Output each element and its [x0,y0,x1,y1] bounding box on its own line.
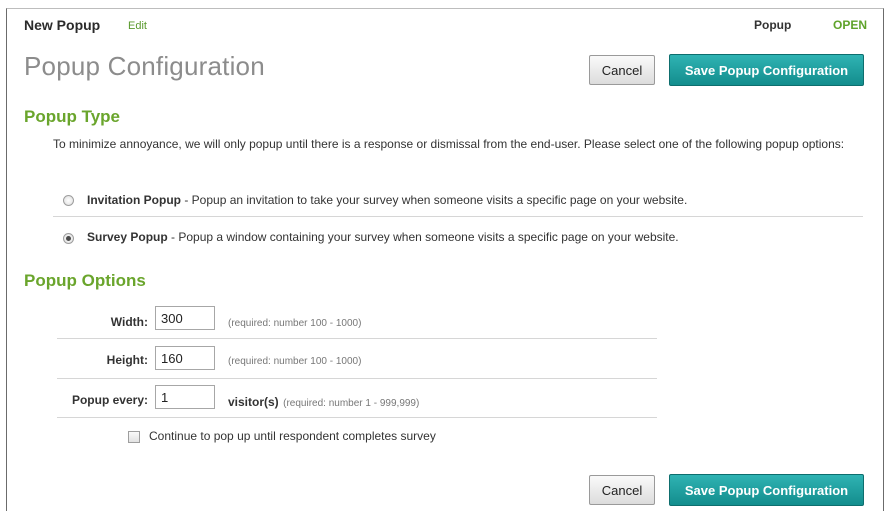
height-input[interactable] [155,346,215,370]
popup-every-input[interactable] [155,385,215,409]
popup-every-label: Popup every: [71,393,148,407]
width-label: Width: [110,315,148,329]
width-hint: (required: number 100 - 1000) [228,318,362,329]
popup-options-heading: Popup Options [24,271,146,290]
save-button-top[interactable]: Save Popup Configuration [669,54,864,86]
popup-every-hint: (required: number 1 - 999,999) [283,398,420,409]
popup-type-heading: Popup Type [24,107,121,126]
save-button-bottom[interactable]: Save Popup Configuration [669,474,864,506]
survey-popup-text: - Popup a window containing your survey … [167,230,679,244]
popup-type-description: To minimize annoyance, we will only popu… [53,137,845,151]
invitation-popup-name: Invitation Popup [87,193,181,207]
cancel-button-bottom[interactable]: Cancel [589,475,655,505]
popup-every-meta: visitor(s) (required: number 1 - 999,999… [228,393,419,411]
divider [53,216,863,217]
status-badge: OPEN [833,18,868,32]
invitation-popup-option[interactable]: Invitation Popup - Popup an invitation t… [87,193,687,207]
height-label: Height: [106,353,148,367]
divider [57,338,657,339]
popup-name: New Popup [24,17,101,33]
survey-popup-name: Survey Popup [87,230,168,244]
width-input[interactable] [155,306,215,330]
survey-popup-radio[interactable] [63,233,74,244]
popup-every-unit: visitor(s) [228,395,279,409]
divider [57,378,657,379]
page-title: Popup Configuration [24,51,265,81]
continue-checkbox-label[interactable]: Continue to pop up until respondent comp… [149,429,436,443]
edit-link[interactable]: Edit [128,20,147,32]
breadcrumb-popup[interactable]: Popup [754,18,791,32]
continue-checkbox[interactable] [128,431,140,443]
cancel-button-top[interactable]: Cancel [589,55,655,85]
invitation-popup-text: - Popup an invitation to take your surve… [181,193,688,207]
divider [57,417,657,418]
survey-popup-option[interactable]: Survey Popup - Popup a window containing… [87,230,679,244]
invitation-popup-radio[interactable] [63,195,74,206]
height-hint: (required: number 100 - 1000) [228,356,362,367]
